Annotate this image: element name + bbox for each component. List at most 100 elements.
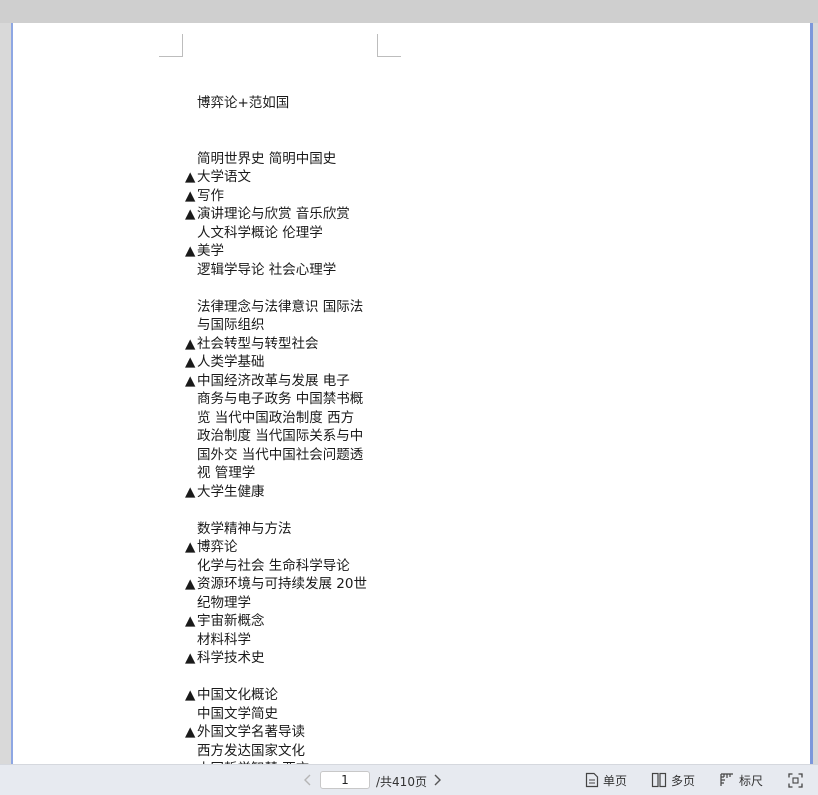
- document-line-text: 博弈论+范如国: [197, 95, 290, 111]
- triangle-bullet-icon: ▲: [185, 206, 196, 222]
- document-line: 材料科学: [185, 631, 385, 650]
- triangle-bullet-icon: ▲: [185, 576, 196, 592]
- ruler-label: 标尺: [739, 773, 764, 788]
- document-line-text: 与国际组织: [197, 317, 265, 333]
- document-line: ▲ 大学生健康: [185, 483, 385, 502]
- document-line-text: 大学语文: [197, 169, 251, 185]
- document-body: 博弈论+范如国 简明世界史 简明中国史 ▲ 大学语文 ▲ 写作 ▲ 演讲理论与欣赏 音乐欣赏人…: [185, 94, 385, 764]
- document-line: 数学精神与方法: [185, 520, 385, 539]
- multi-page-icon: [651, 772, 667, 788]
- triangle-bullet-icon: ▲: [185, 243, 196, 259]
- document-line: 览 当代中国政治制度 西方: [185, 409, 385, 428]
- document-line-text: 写作: [197, 187, 224, 204]
- document-line: 与国际组织: [185, 316, 385, 335]
- document-line-text: 览 当代中国政治制度 西方: [197, 409, 355, 426]
- ruler-button[interactable]: 标尺: [719, 770, 763, 790]
- document-line-text: 中国经济改革与发展 电子: [197, 372, 350, 389]
- document-line: 商务与电子政务 中国禁书概: [185, 390, 385, 409]
- document-line: ▲ 资源环境与可持续发展 20世: [185, 575, 385, 594]
- single-page-label: 单页: [603, 773, 628, 788]
- chevron-right-icon[interactable]: [431, 773, 443, 787]
- multi-page-label: 多页: [671, 773, 696, 788]
- triangle-bullet-icon: ▲: [185, 650, 196, 666]
- ruler-icon: [719, 772, 735, 788]
- document-line: 纪物理学: [185, 594, 385, 613]
- document-viewer[interactable]: 博弈论+范如国 简明世界史 简明中国史 ▲ 大学语文 ▲ 写作 ▲ 演讲理论与欣赏 音乐欣赏人…: [0, 23, 818, 764]
- document-line-text: 简明世界史 简明中国史: [197, 150, 337, 167]
- document-line-text: 社会转型与转型社会: [197, 335, 319, 352]
- document-line: ▲ 中国经济改革与发展 电子: [185, 372, 385, 391]
- document-line-text: 大学生健康: [197, 483, 265, 500]
- triangle-bullet-icon: ▲: [185, 187, 196, 204]
- document-line-text: 国外交 当代中国社会问题透: [197, 446, 364, 463]
- document-line: 博弈论+范如国: [185, 94, 385, 113]
- document-line: 视 管理学: [185, 464, 385, 483]
- document-line-text: 外国文学名著导读: [197, 724, 305, 740]
- document-line-text: 材料科学: [197, 631, 251, 648]
- document-line: 简明世界史 简明中国史: [185, 150, 385, 169]
- document-line-text: 科学技术史: [197, 650, 265, 666]
- document-line-text: 数学精神与方法: [197, 520, 292, 537]
- document-line-text: 中国文化概论: [197, 687, 278, 703]
- document-line-text: 中国文学简史: [197, 705, 278, 722]
- document-line-text: 博弈论: [197, 539, 238, 555]
- document-line: ▲ 科学技术史: [185, 649, 385, 668]
- document-line: ▲ 美学: [185, 242, 385, 261]
- document-line-text: 政治制度 当代国际关系与中: [197, 428, 364, 444]
- crop-mark: [377, 56, 401, 57]
- document-line: ▲ 宇宙新概念: [185, 612, 385, 631]
- document-line-text: 人文科学概论 伦理学: [197, 224, 323, 241]
- triangle-bullet-icon: ▲: [185, 483, 196, 500]
- document-line-text: 逻辑学导论 社会心理学: [197, 261, 337, 278]
- document-line: ▲ 社会转型与转型社会: [185, 335, 385, 354]
- page-total-label: /共410页: [376, 775, 427, 789]
- document-line-text: 人类学基础: [197, 354, 265, 370]
- document-line: 法律理念与法律意识 国际法: [185, 298, 385, 317]
- triangle-bullet-icon: ▲: [185, 354, 196, 370]
- triangle-bullet-icon: ▲: [185, 539, 196, 555]
- document-line: ▲ 博弈论: [185, 538, 385, 557]
- page-number-input[interactable]: [320, 771, 370, 789]
- document-line: ▲ 演讲理论与欣赏 音乐欣赏: [185, 205, 385, 224]
- fit-screen-icon: [788, 772, 803, 788]
- document-line: ▲ 写作: [185, 187, 385, 206]
- document-line-text: 商务与电子政务 中国禁书概: [197, 391, 364, 407]
- fit-screen-button[interactable]: [788, 770, 803, 790]
- document-line: 西方发达国家文化: [185, 742, 385, 761]
- document-line-text: 宇宙新概念: [197, 613, 265, 629]
- triangle-bullet-icon: ▲: [185, 613, 196, 629]
- crop-mark: [159, 56, 183, 57]
- triangle-bullet-icon: ▲: [185, 169, 196, 185]
- document-line: ▲ 中国文化概论: [185, 686, 385, 705]
- triangle-bullet-icon: ▲: [185, 372, 196, 389]
- chevron-left-icon[interactable]: [302, 773, 314, 787]
- document-line-text: 西方发达国家文化: [197, 742, 305, 759]
- crop-mark: [182, 34, 183, 56]
- top-toolbar: [0, 0, 818, 24]
- document-page: [13, 23, 810, 764]
- document-line-text: 资源环境与可持续发展 20世: [197, 576, 367, 592]
- document-line: 化学与社会 生命科学导论: [185, 557, 385, 576]
- document-line-text: 演讲理论与欣赏 音乐欣赏: [197, 206, 350, 222]
- crop-mark: [377, 34, 378, 56]
- document-line-text: 美学: [197, 243, 224, 259]
- page-right-edge: [810, 23, 813, 764]
- single-page-icon: [585, 772, 599, 788]
- document-line-text: 视 管理学: [197, 465, 256, 481]
- triangle-bullet-icon: ▲: [185, 724, 196, 740]
- triangle-bullet-icon: ▲: [185, 335, 196, 352]
- document-line: 中国文学简史: [185, 705, 385, 724]
- document-line: 人文科学概论 伦理学: [185, 224, 385, 243]
- document-line-text: 纪物理学: [197, 594, 251, 611]
- document-line: 国外交 当代中国社会问题透: [185, 446, 385, 465]
- single-page-button[interactable]: 单页: [585, 770, 627, 790]
- multi-page-button[interactable]: 多页: [651, 770, 695, 790]
- document-line: 政治制度 当代国际关系与中: [185, 427, 385, 446]
- document-line: ▲ 人类学基础: [185, 353, 385, 372]
- status-bar: /共410页 单页 多页 标尺: [0, 764, 818, 795]
